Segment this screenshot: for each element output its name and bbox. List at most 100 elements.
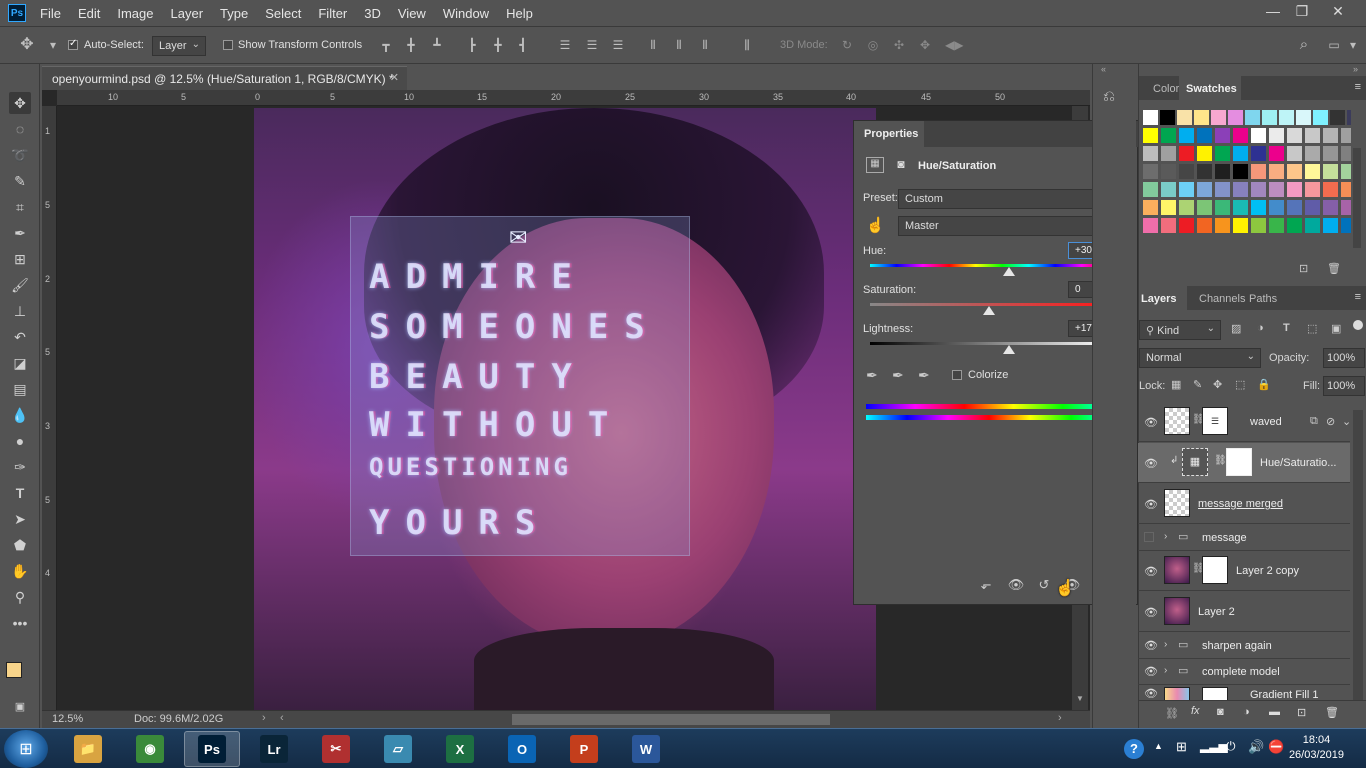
filter-smart-icon[interactable]: ▣ xyxy=(1331,322,1341,335)
color-swatch[interactable] xyxy=(1305,200,1320,215)
alert-icon[interactable]: ⛔ xyxy=(1268,739,1284,755)
color-swatch[interactable] xyxy=(1233,182,1248,197)
view-previous-icon[interactable]: 👁 xyxy=(1006,577,1026,595)
type-tool-icon[interactable]: T xyxy=(9,482,31,504)
clip-to-layer-icon[interactable]: ⬐ xyxy=(976,577,996,595)
color-swatch[interactable] xyxy=(1197,146,1212,161)
color-swatch[interactable] xyxy=(1305,182,1320,197)
3d-pan-icon[interactable]: ✣ xyxy=(892,38,906,52)
color-swatch[interactable] xyxy=(1233,146,1248,161)
lightness-slider-thumb[interactable] xyxy=(1003,345,1016,354)
menu-select[interactable]: Select xyxy=(265,6,301,21)
distribute-bottom-icon[interactable]: ☰ xyxy=(611,38,625,52)
path-select-icon[interactable]: ➤ xyxy=(9,508,31,530)
filter-pixel-icon[interactable]: ▨ xyxy=(1231,322,1241,335)
layer-row-message-merged[interactable]: 👁 message merged xyxy=(1138,484,1350,524)
color-swatch[interactable] xyxy=(1279,110,1294,125)
color-swatch[interactable] xyxy=(1269,128,1284,143)
layer-row-sharpen-again[interactable]: 👁 › ▭ sharpen again xyxy=(1138,633,1350,659)
color-swatch[interactable] xyxy=(1143,182,1158,197)
crop-tool-icon[interactable]: ⌗ xyxy=(9,196,31,218)
reset-icon[interactable]: ↺ xyxy=(1034,577,1054,595)
color-swatch[interactable] xyxy=(1287,182,1302,197)
color-swatch[interactable] xyxy=(1341,146,1351,161)
color-swatch[interactable] xyxy=(1143,128,1158,143)
hidden-visibility-box[interactable] xyxy=(1144,532,1154,542)
filter-type-icon[interactable]: T xyxy=(1283,322,1290,334)
color-swatch[interactable] xyxy=(1161,164,1176,179)
lightness-slider[interactable] xyxy=(870,342,1108,345)
gradient-tool-icon[interactable]: ▤ xyxy=(9,378,31,400)
blend-mode-dropdown[interactable]: Normal ⌄ xyxy=(1139,348,1261,368)
show-transform-checkbox[interactable] xyxy=(223,40,233,50)
color-swatch[interactable] xyxy=(1179,200,1194,215)
layer-row-layer-2-copy[interactable]: 👁 ⛓ Layer 2 copy xyxy=(1138,551,1350,591)
taskbar-app-lightroom[interactable]: Lr xyxy=(246,731,302,767)
color-swatch[interactable] xyxy=(1233,164,1248,179)
history-panel-icon[interactable]: ⎌ xyxy=(1103,88,1115,105)
3d-orbit-icon[interactable]: ↻ xyxy=(840,38,854,52)
align-vcenter-icon[interactable]: ╋ xyxy=(404,38,418,52)
marquee-tool-icon[interactable]: ◌ xyxy=(9,118,31,140)
color-swatch[interactable] xyxy=(1251,128,1266,143)
color-swatch[interactable] xyxy=(1179,182,1194,197)
zoom-tool-icon[interactable]: ⚲ xyxy=(9,586,31,608)
color-swatch[interactable] xyxy=(1251,146,1266,161)
saturation-slider-thumb[interactable] xyxy=(983,306,995,315)
chevron-right-icon[interactable]: › xyxy=(262,712,266,724)
color-swatch[interactable] xyxy=(1179,146,1194,161)
color-swatch[interactable] xyxy=(1233,218,1248,233)
align-left-icon[interactable]: ┣ xyxy=(465,38,479,52)
color-swatch[interactable] xyxy=(1305,128,1320,143)
taskbar-app-word[interactable]: W xyxy=(618,731,674,767)
scroll-left-icon[interactable]: ‹ xyxy=(280,712,284,724)
preset-dropdown[interactable]: Custom⌄ xyxy=(898,189,1114,209)
color-swatch[interactable] xyxy=(1251,182,1266,197)
tab-channels[interactable]: Channels xyxy=(1199,293,1245,305)
clock[interactable]: 18:04 26/03/2019 xyxy=(1289,733,1344,763)
color-swatch[interactable] xyxy=(1143,110,1158,125)
color-swatch[interactable] xyxy=(1305,218,1320,233)
start-button[interactable]: ⊞ xyxy=(4,730,48,768)
document-tab[interactable]: openyourmind.psd @ 12.5% (Hue/Saturation… xyxy=(42,66,407,90)
tab-layers[interactable]: Layers xyxy=(1141,293,1176,305)
color-swatch[interactable] xyxy=(1269,182,1284,197)
eye-icon[interactable]: 👁 xyxy=(1144,665,1158,678)
eraser-tool-icon[interactable]: ◪ xyxy=(9,352,31,374)
color-swatch[interactable] xyxy=(1215,200,1230,215)
channel-dropdown[interactable]: Master⌄ xyxy=(898,216,1114,236)
color-swatch[interactable] xyxy=(1341,218,1351,233)
chevron-right-icon[interactable]: › xyxy=(1164,639,1167,650)
power-icon[interactable]: ⏻ xyxy=(1226,739,1236,754)
color-swatch[interactable] xyxy=(1323,182,1338,197)
layer-row-hue-saturation[interactable]: 👁 ↲ ▦ ⛓ Hue/Saturatio... xyxy=(1138,443,1350,483)
color-swatch[interactable] xyxy=(1341,128,1351,143)
color-swatch[interactable] xyxy=(1233,128,1248,143)
expand-icon[interactable]: » xyxy=(1353,64,1358,74)
canvas-image[interactable]: ✉ ADMIRE SOMEONES BEAUTY WITHOUT QUESTIO… xyxy=(254,108,876,710)
chevron-down-icon[interactable]: ⌄ xyxy=(1342,415,1351,428)
tray-chevron-icon[interactable]: ▲ xyxy=(1154,741,1163,751)
restore-button[interactable]: ❐ xyxy=(1292,3,1312,20)
align-bottom-icon[interactable]: ┻ xyxy=(430,38,444,52)
shape-tool-icon[interactable]: ⬟ xyxy=(9,534,31,556)
history-brush-icon[interactable]: ↶ xyxy=(9,326,31,348)
color-swatch[interactable] xyxy=(1251,200,1266,215)
color-swatch[interactable] xyxy=(1323,200,1338,215)
zoom-level[interactable]: 12.5% xyxy=(52,713,83,725)
targeted-adjustment-icon[interactable]: ☝ xyxy=(866,216,885,234)
panel-menu-icon[interactable]: ≡ xyxy=(1355,81,1361,93)
eyedropper-minus-icon[interactable]: ✒ xyxy=(918,367,930,384)
color-swatch[interactable] xyxy=(1197,128,1212,143)
volume-icon[interactable]: 🔊 xyxy=(1248,739,1264,755)
color-swatch[interactable] xyxy=(1347,110,1351,125)
smart-filter-icon[interactable]: ⧉ xyxy=(1310,415,1318,428)
menu-file[interactable]: File xyxy=(40,6,61,21)
color-swatch[interactable] xyxy=(1143,200,1158,215)
layer-row-gradient-fill[interactable]: 👁 Gradient Fill 1 xyxy=(1138,685,1350,700)
color-swatch[interactable] xyxy=(1179,218,1194,233)
color-swatch[interactable] xyxy=(1161,146,1176,161)
3d-scale-icon[interactable]: ◀▶ xyxy=(945,38,963,52)
chevron-right-icon[interactable]: › xyxy=(1164,531,1167,542)
add-mask-icon[interactable]: ◙ xyxy=(1217,706,1224,718)
